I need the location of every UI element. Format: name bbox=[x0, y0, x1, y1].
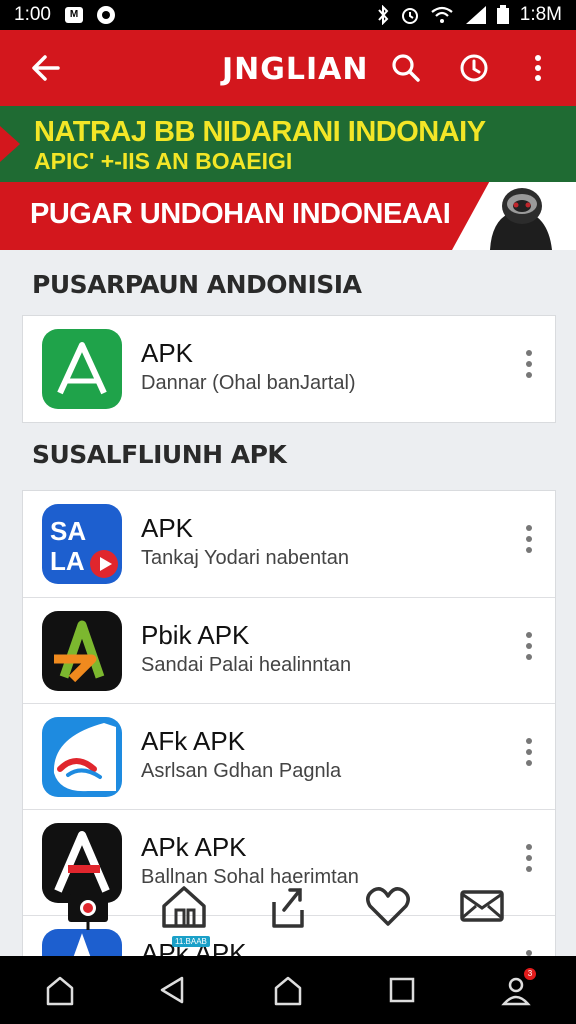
app-bar: JNGLIAN bbox=[0, 30, 576, 106]
signal-icon bbox=[465, 6, 486, 24]
sim-icon: M bbox=[64, 7, 83, 23]
app-name: APK bbox=[141, 338, 194, 368]
blue-letters-icon: SA LA bbox=[42, 504, 122, 584]
home-badge: 11.BAAB bbox=[172, 936, 210, 947]
section-title-apk: SUSALFLIUNH APK bbox=[32, 440, 287, 469]
alert-icon bbox=[96, 6, 115, 24]
banner-red-text: PUGAR UNDOHAN INDONEAAI bbox=[30, 198, 451, 230]
more-vert-icon[interactable] bbox=[520, 50, 556, 86]
app-description: Dannar (Ohal banJartal) bbox=[141, 372, 356, 394]
back-icon[interactable] bbox=[154, 972, 190, 1008]
black-a-orange-icon bbox=[42, 611, 122, 691]
banner-subline: APIC' +-IIS AN BOAEIGI bbox=[34, 148, 293, 174]
list-item[interactable]: SA LA APK Tankaj Yodari nabentan bbox=[23, 491, 555, 597]
list-item[interactable]: AFk APK Asrlsan Gdhan Pagnla bbox=[23, 703, 555, 809]
app-description: Asrlsan Gdhan Pagnla bbox=[141, 760, 342, 782]
more-options-icon[interactable] bbox=[523, 350, 535, 386]
app-name: Pbik APK bbox=[141, 620, 250, 650]
app-title: JNGLIAN bbox=[222, 52, 369, 87]
wifi-icon bbox=[431, 6, 453, 23]
green-a-icon bbox=[42, 329, 122, 409]
home-icon[interactable] bbox=[42, 972, 78, 1008]
svg-text:LA: LA bbox=[50, 546, 85, 576]
promo-banner-green[interactable]: NATRAJ BB NIDARANI INDONAIY APIC' +-IIS … bbox=[0, 106, 576, 182]
banner-arrow-shape bbox=[0, 126, 20, 162]
more-options-icon[interactable] bbox=[523, 632, 535, 668]
share-icon[interactable] bbox=[262, 880, 314, 932]
notification-badge: 3 bbox=[524, 968, 536, 980]
list-item[interactable]: Pbik APK Sandai Palai healinntan bbox=[23, 597, 555, 703]
mascot-image bbox=[490, 188, 552, 250]
banner-headline: NATRAJ BB NIDARANI INDONAIY bbox=[34, 116, 486, 148]
featured-list: APK Dannar (Ohal banJartal) bbox=[22, 315, 556, 423]
search-icon[interactable] bbox=[388, 50, 424, 86]
system-nav-bar: 3 bbox=[0, 956, 576, 1024]
alarm-icon bbox=[401, 8, 418, 24]
back-arrow-icon[interactable] bbox=[28, 50, 64, 86]
app-description: Sandai Palai healinntan bbox=[141, 654, 352, 676]
mail-icon[interactable] bbox=[456, 880, 508, 932]
app-name: APK bbox=[141, 513, 194, 543]
app-description: Tankaj Yodari nabentan bbox=[141, 547, 349, 569]
section-title-featured: PUSARPAUN ANDONISIA bbox=[32, 270, 362, 299]
home-outline-icon[interactable] bbox=[270, 972, 306, 1008]
home-icon[interactable] bbox=[158, 880, 210, 932]
recents-icon[interactable] bbox=[384, 972, 420, 1008]
svg-text:SA: SA bbox=[50, 516, 86, 546]
bottom-action-bar: 11.BAAB bbox=[0, 880, 576, 950]
blue-swoosh-icon bbox=[42, 717, 122, 797]
heart-icon[interactable] bbox=[362, 880, 414, 932]
status-bar: 1:00 M 1:8M bbox=[0, 0, 576, 30]
app-name: APk APK bbox=[141, 832, 247, 862]
list-item[interactable]: APK Dannar (Ohal banJartal) bbox=[23, 316, 555, 422]
promo-banner-red[interactable]: PUGAR UNDOHAN INDONEAAI bbox=[0, 182, 576, 250]
camera-icon[interactable] bbox=[62, 880, 114, 932]
battery-icon bbox=[496, 5, 509, 24]
status-right-text: 1:8M bbox=[519, 4, 562, 25]
refresh-icon[interactable] bbox=[456, 50, 492, 86]
more-options-icon[interactable] bbox=[523, 738, 535, 774]
more-options-icon[interactable] bbox=[523, 525, 535, 561]
app-name: AFk APK bbox=[141, 726, 246, 756]
more-options-icon[interactable] bbox=[523, 844, 535, 880]
status-time: 1:00 bbox=[14, 4, 51, 25]
bluetooth-icon bbox=[378, 5, 389, 25]
